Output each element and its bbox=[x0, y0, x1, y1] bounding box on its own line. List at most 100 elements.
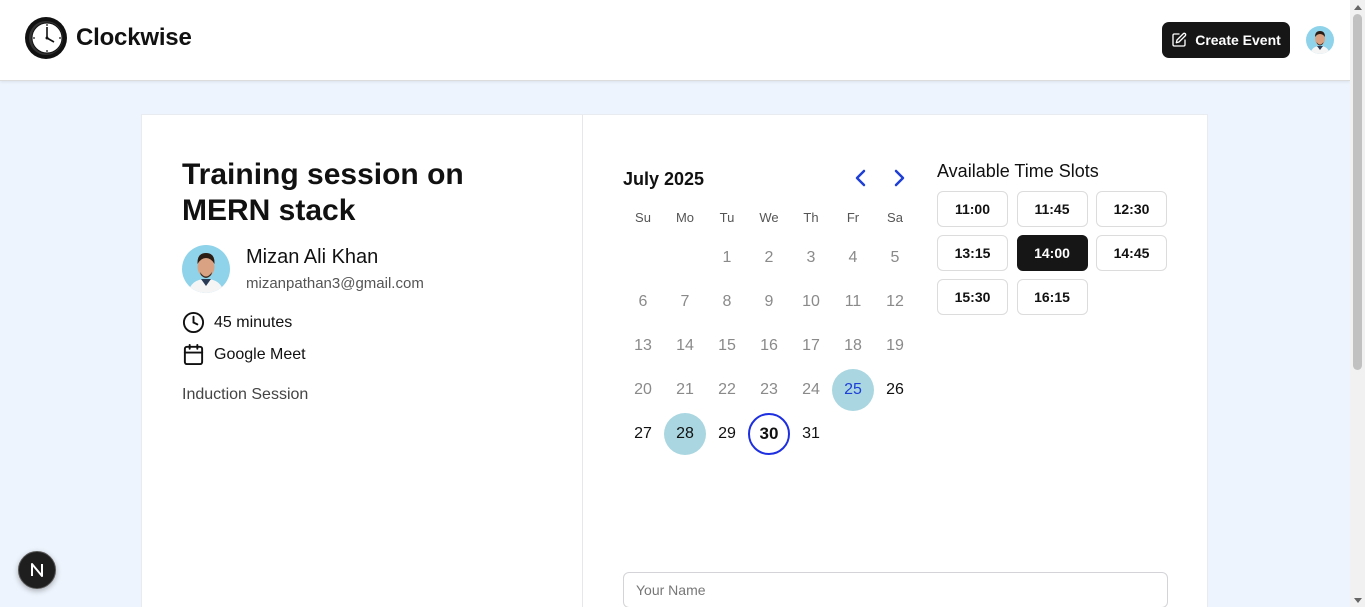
day-number: 26 bbox=[886, 381, 904, 398]
time-slot-button[interactable]: 13:15 bbox=[937, 235, 1008, 271]
location-text: Google Meet bbox=[214, 345, 306, 363]
time-slot-button-selected[interactable]: 14:00 bbox=[1016, 235, 1088, 271]
day-number: 6 bbox=[638, 293, 648, 310]
day-number: 11 bbox=[844, 293, 862, 310]
day-number: 30 bbox=[748, 413, 790, 455]
logo-link[interactable]: Clockwise bbox=[24, 16, 192, 60]
time-slots-grid: 11:00 11:45 12:30 13:15 14:00 14:45 15:30 16:15 bbox=[937, 191, 1169, 315]
day-number: 20 bbox=[634, 381, 652, 398]
day-number: 22 bbox=[718, 381, 736, 398]
weekday-label: Mo bbox=[675, 210, 695, 225]
day-cell-available[interactable]: 28 bbox=[664, 412, 706, 456]
time-slot-button[interactable]: 12:30 bbox=[1096, 191, 1167, 227]
day-cell-disabled: 19 bbox=[874, 324, 916, 368]
day-cell-disabled: 18 bbox=[832, 324, 874, 368]
day-cell-disabled: 2 bbox=[748, 236, 790, 280]
day-number: 8 bbox=[722, 293, 732, 310]
day-cell-disabled: 4 bbox=[832, 236, 874, 280]
day-number: 28 bbox=[664, 413, 706, 455]
page-scrollbar[interactable] bbox=[1350, 0, 1365, 607]
day-cell-disabled: 11 bbox=[832, 280, 874, 324]
day-cell-disabled: 22 bbox=[706, 368, 748, 412]
scroll-up-arrow-icon[interactable] bbox=[1350, 0, 1365, 14]
weekday-label: Tu bbox=[719, 210, 735, 225]
host-email: mizanpathan3@gmail.com bbox=[246, 275, 424, 292]
time-slot-button[interactable]: 11:45 bbox=[1016, 191, 1088, 227]
day-number: 5 bbox=[890, 249, 900, 266]
day-cell[interactable]: 27 bbox=[622, 412, 664, 456]
day-cell-available[interactable]: 25 bbox=[832, 368, 874, 412]
next-month-button[interactable] bbox=[888, 167, 910, 189]
weekday-label: Th bbox=[803, 210, 819, 225]
day-cell-disabled: 6 bbox=[622, 280, 664, 324]
day-cell-disabled: 1 bbox=[706, 236, 748, 280]
scroll-down-arrow-icon[interactable] bbox=[1350, 593, 1365, 607]
day-number: 16 bbox=[760, 337, 778, 354]
day-number: 9 bbox=[764, 293, 774, 310]
day-number: 13 bbox=[634, 337, 652, 354]
duration-text: 45 minutes bbox=[214, 313, 293, 331]
day-number: 17 bbox=[802, 337, 820, 354]
duration-row: 45 minutes bbox=[182, 311, 292, 334]
day-cell-disabled: 8 bbox=[706, 280, 748, 324]
day-cell-disabled: 13 bbox=[622, 324, 664, 368]
day-number: 27 bbox=[634, 425, 652, 442]
event-title: Training session on MERN stack bbox=[182, 158, 464, 227]
time-slot-button[interactable]: 16:15 bbox=[1016, 279, 1088, 315]
day-cell-selected[interactable]: 30 bbox=[748, 412, 790, 456]
day-cell-disabled: 20 bbox=[622, 368, 664, 412]
event-description: Induction Session bbox=[182, 386, 309, 403]
day-number: 23 bbox=[760, 381, 778, 398]
weekday-label: We bbox=[759, 210, 779, 225]
host-name: Mizan Ali Khan bbox=[246, 246, 379, 268]
day-cell-disabled: 15 bbox=[706, 324, 748, 368]
user-avatar[interactable] bbox=[1306, 26, 1334, 54]
time-slot-button[interactable]: 11:00 bbox=[937, 191, 1008, 227]
booking-card: Training session on MERN stack Mizan Ali… bbox=[141, 114, 1208, 607]
day-number: 18 bbox=[844, 337, 862, 354]
empty-day-cell bbox=[664, 236, 706, 280]
day-cell-disabled: 7 bbox=[664, 280, 706, 324]
host-avatar bbox=[182, 245, 230, 293]
time-slot-button[interactable]: 14:45 bbox=[1096, 235, 1167, 271]
weekday-header: Su Mo Tu We Th Fr Sa bbox=[622, 210, 916, 225]
day-cell-disabled: 3 bbox=[790, 236, 832, 280]
calendar-icon bbox=[183, 343, 204, 366]
day-number: 24 bbox=[802, 381, 820, 398]
create-event-button[interactable]: Create Event bbox=[1162, 22, 1290, 58]
day-number: 3 bbox=[806, 249, 816, 266]
chevron-right-icon bbox=[894, 169, 905, 187]
previous-month-button[interactable] bbox=[850, 167, 872, 189]
day-cell[interactable]: 26 bbox=[874, 368, 916, 412]
your-name-input[interactable] bbox=[623, 572, 1168, 607]
calendar-grid: 1 2 3 4 5 6 7 8 9 10 11 12 13 14 15 16 17 18 19 20 21 22 23 24 2… bbox=[622, 236, 916, 456]
day-cell-disabled: 16 bbox=[748, 324, 790, 368]
scrollbar-thumb[interactable] bbox=[1353, 14, 1362, 370]
calendar-month-label: July 2025 bbox=[623, 169, 705, 189]
day-cell-disabled: 9 bbox=[748, 280, 790, 324]
day-number: 31 bbox=[802, 425, 820, 442]
day-number: 2 bbox=[764, 249, 774, 266]
day-cell[interactable]: 31 bbox=[790, 412, 832, 456]
clock-icon bbox=[182, 311, 205, 334]
day-number: 25 bbox=[832, 369, 874, 411]
day-number: 14 bbox=[676, 337, 694, 354]
day-number: 19 bbox=[886, 337, 904, 354]
day-number: 4 bbox=[848, 249, 858, 266]
day-cell-disabled: 14 bbox=[664, 324, 706, 368]
day-number: 7 bbox=[680, 293, 690, 310]
next-dev-badge[interactable] bbox=[18, 551, 56, 589]
day-cell[interactable]: 29 bbox=[706, 412, 748, 456]
day-cell-disabled: 10 bbox=[790, 280, 832, 324]
top-navbar: Clockwise Create Event bbox=[0, 0, 1350, 81]
n-logo-icon bbox=[31, 563, 43, 577]
clock-logo-icon bbox=[25, 17, 67, 59]
day-cell-disabled: 12 bbox=[874, 280, 916, 324]
day-number: 15 bbox=[718, 337, 736, 354]
user-photo-icon bbox=[1306, 26, 1334, 54]
time-slot-button[interactable]: 15:30 bbox=[937, 279, 1008, 315]
app-name: Clockwise bbox=[76, 24, 192, 51]
weekday-label: Fr bbox=[846, 210, 860, 225]
day-cell-disabled: 17 bbox=[790, 324, 832, 368]
day-cell-disabled: 5 bbox=[874, 236, 916, 280]
